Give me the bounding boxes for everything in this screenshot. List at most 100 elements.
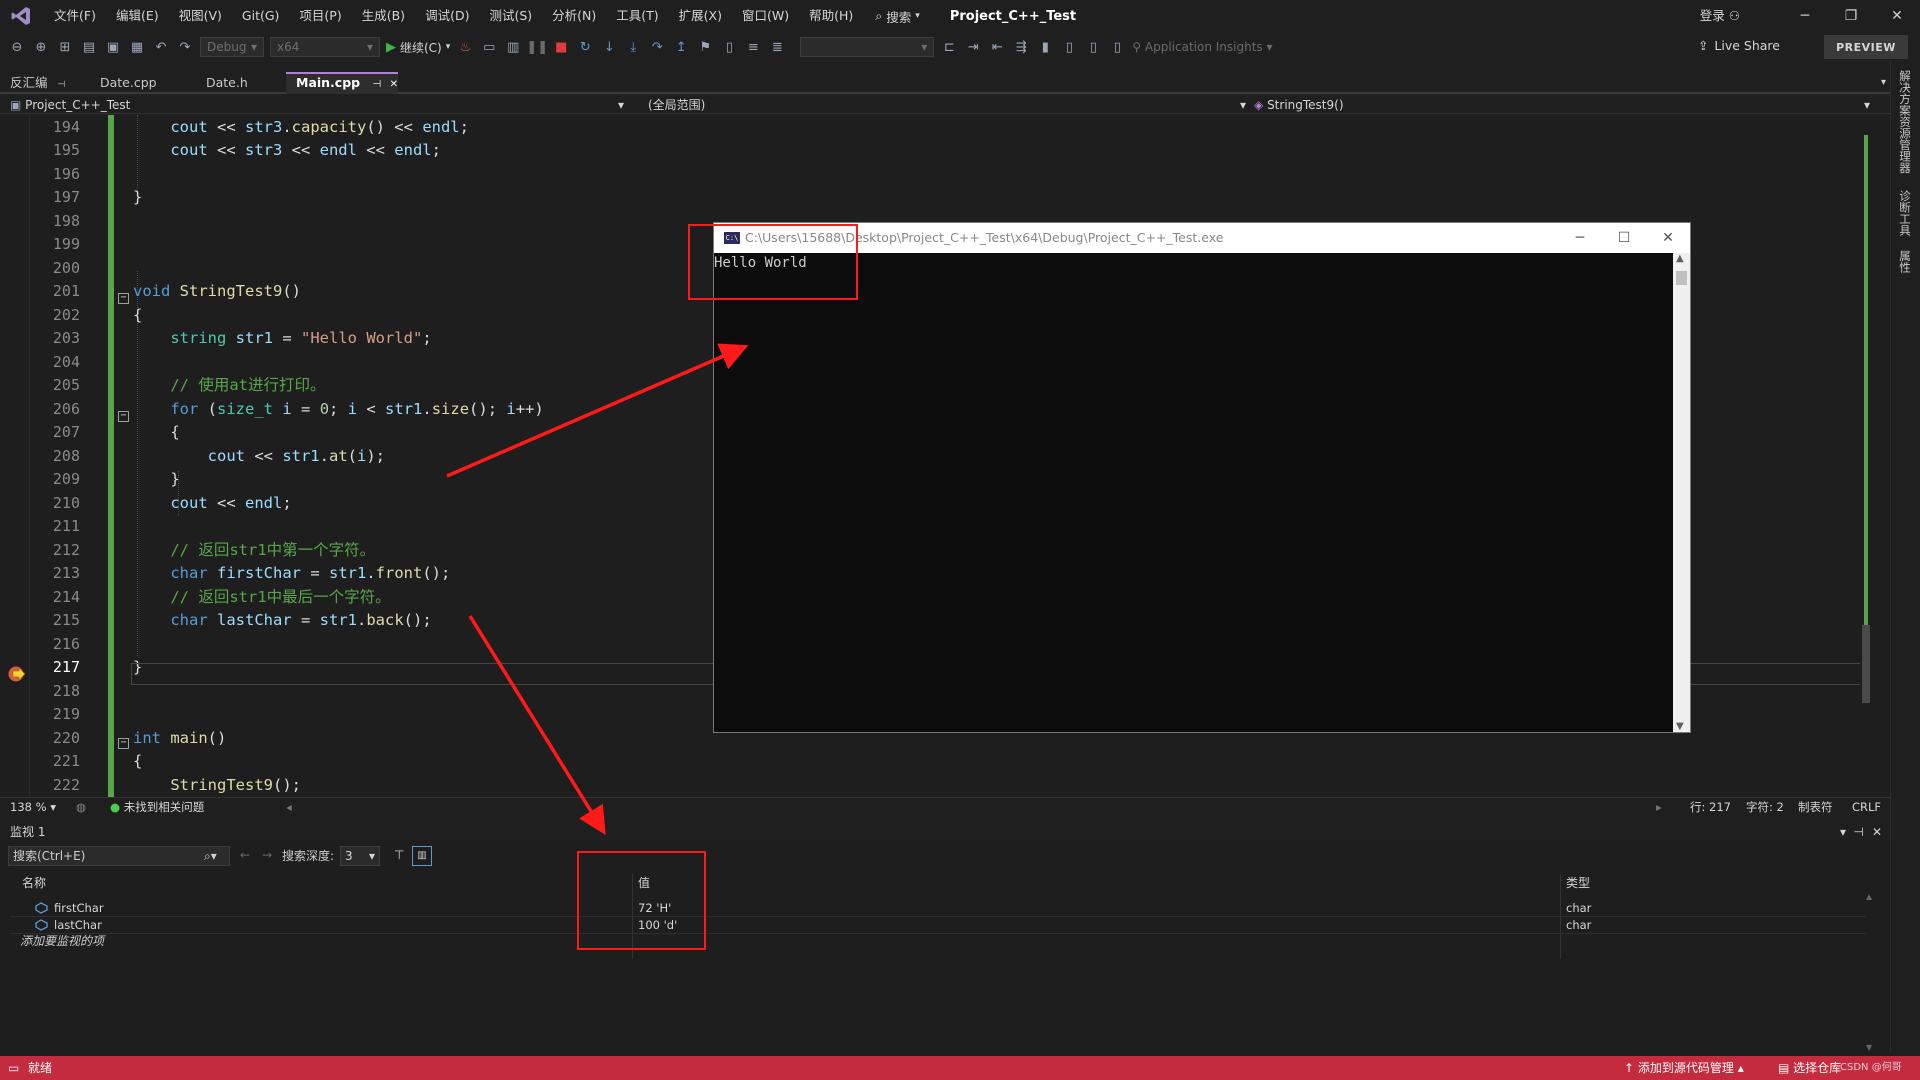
menu-git[interactable]: Git(G): [232, 0, 290, 32]
nav-forward-icon[interactable]: →: [262, 848, 272, 862]
pin-icon[interactable]: ⊣: [1854, 822, 1864, 842]
save-all-icon[interactable]: ▦: [128, 38, 146, 56]
code-line[interactable]: for (size_t i = 0; i < str1.size(); i++): [133, 398, 543, 422]
code-line[interactable]: cout << str3.capacity() << endl;: [133, 116, 469, 140]
continue-button[interactable]: ▶ 继续(C) ▾: [386, 39, 450, 56]
code-line[interactable]: cout << endl;: [133, 492, 291, 516]
new-project-icon[interactable]: ⊞: [56, 38, 74, 56]
tab-overflow-icon[interactable]: ▾: [1881, 72, 1886, 94]
open-folder-icon[interactable]: ▤: [80, 38, 98, 56]
zoom-level[interactable]: 138 % ▾: [10, 798, 56, 816]
uncomment-icon[interactable]: ≣: [768, 38, 786, 56]
tab-main-cpp[interactable]: Main.cpp ⊣ ✕: [286, 72, 398, 94]
breakpoint-tools-icon[interactable]: ⚑: [696, 38, 714, 56]
console-scroll-thumb[interactable]: [1676, 271, 1687, 285]
minimize-button[interactable]: ─: [1782, 0, 1828, 32]
menu-analyze[interactable]: 分析(N): [542, 0, 606, 32]
preview-button[interactable]: PREVIEW: [1824, 35, 1908, 59]
select-repo-button[interactable]: ▤ 选择仓库: [1778, 1056, 1841, 1080]
pause-icon[interactable]: ❚❚: [526, 38, 548, 56]
source-control-button[interactable]: ↑ 添加到源代码管理 ▴: [1624, 1056, 1744, 1080]
indent-icon[interactable]: ⇥: [964, 38, 982, 56]
watch-scrollbar[interactable]: ▲ ▼: [1866, 892, 1876, 1052]
menu-tools[interactable]: 工具(T): [606, 0, 668, 32]
login-link[interactable]: 登录 ⚇: [1700, 0, 1740, 32]
column-indicator[interactable]: 字符: 2: [1746, 798, 1784, 816]
code-line[interactable]: }: [133, 468, 179, 492]
tab-disassembly[interactable]: 反汇编 ⊣: [0, 72, 90, 94]
line-indicator[interactable]: 行: 217: [1690, 798, 1731, 816]
collapse-toggle[interactable]: −: [118, 293, 129, 304]
forward-icon[interactable]: ⊕: [32, 38, 50, 56]
code-line[interactable]: }: [133, 186, 142, 210]
breakpoint-margin[interactable]: [0, 115, 30, 797]
format-icon[interactable]: ⇶: [1012, 38, 1030, 56]
console-maximize-button[interactable]: ☐: [1602, 223, 1646, 253]
hex-display-icon[interactable]: ▥: [412, 846, 432, 866]
add-watch-item[interactable]: 添加要监视的项: [20, 932, 104, 949]
menu-extensions[interactable]: 扩展(X): [669, 0, 732, 32]
watch-search-input[interactable]: 搜索(Ctrl+E): [8, 846, 230, 866]
scroll-down-icon[interactable]: ▼: [1866, 1043, 1872, 1052]
undo-icon[interactable]: ↶: [152, 38, 170, 56]
code-line[interactable]: int main(): [133, 727, 226, 751]
diagnostic-tools-tab[interactable]: 诊断工具: [1897, 190, 1913, 236]
layout-icon[interactable]: ▥: [504, 38, 522, 56]
menu-edit[interactable]: 编辑(E): [106, 0, 169, 32]
application-insights-button[interactable]: ⚲ Application Insights ▾: [1132, 40, 1272, 54]
align-icon[interactable]: ⊏: [940, 38, 958, 56]
scroll-up-icon[interactable]: ▲: [1676, 253, 1684, 264]
function-dropdown[interactable]: ◈ StringTest9() ▾: [1254, 96, 1870, 114]
search-depth-select[interactable]: 3 ▾: [340, 846, 380, 866]
console-scrollbar[interactable]: ▲ ▼: [1673, 253, 1690, 732]
restore-button[interactable]: ❐: [1828, 0, 1874, 32]
back-icon[interactable]: ⊖: [8, 38, 26, 56]
console-title-bar[interactable]: C:\ C:\Users\15688\Desktop\Project_C++_T…: [714, 223, 1690, 253]
target-select[interactable]: ▾: [800, 37, 935, 57]
clear-bookmarks-icon[interactable]: ▯: [1108, 38, 1126, 56]
save-icon[interactable]: ▣: [104, 38, 122, 56]
code-line[interactable]: StringTest9();: [133, 774, 301, 798]
next-bookmark-icon[interactable]: ▯: [1084, 38, 1102, 56]
stop-icon[interactable]: ■: [552, 38, 570, 56]
configuration-select[interactable]: Debug ▾: [200, 37, 264, 57]
scope-dropdown[interactable]: (全局范围) ▾: [648, 96, 1246, 114]
close-icon[interactable]: ✕: [1872, 822, 1882, 842]
bookmark-icon[interactable]: ▮: [1036, 38, 1054, 56]
comment-icon[interactable]: ≡: [744, 38, 762, 56]
collapse-toggle[interactable]: −: [118, 411, 129, 422]
menu-build[interactable]: 生成(B): [352, 0, 415, 32]
menu-view[interactable]: 视图(V): [169, 0, 232, 32]
step-over-icon[interactable]: ↷: [648, 38, 666, 56]
step-out-icon[interactable]: ↥: [672, 38, 690, 56]
code-line[interactable]: void StringTest9(): [133, 280, 301, 304]
watch-row[interactable]: lastChar 100 'd' char: [10, 917, 1870, 934]
diagnostic-icon[interactable]: ▭: [480, 38, 498, 56]
issues-indicator[interactable]: ● 未找到相关问题: [110, 798, 204, 816]
solution-explorer-tab[interactable]: 解决方案资源管理器: [1897, 70, 1913, 174]
pin-icon[interactable]: ⊣: [372, 79, 381, 90]
collapse-toggle[interactable]: −: [118, 738, 129, 749]
hot-reload-icon[interactable]: ♨: [456, 38, 474, 56]
console-close-button[interactable]: ✕: [1646, 223, 1690, 253]
code-line[interactable]: // 返回str1中最后一个字符。: [133, 586, 390, 610]
properties-tab[interactable]: 属性: [1897, 250, 1913, 273]
code-line[interactable]: char firstChar = str1.front();: [133, 562, 450, 586]
code-line[interactable]: {: [133, 750, 142, 774]
code-line[interactable]: {: [133, 304, 142, 328]
close-button[interactable]: ✕: [1874, 0, 1920, 32]
restart-icon[interactable]: ↻: [576, 38, 594, 56]
project-dropdown[interactable]: ▣ Project_C++_Test ▾: [10, 96, 624, 114]
prev-bookmark-icon[interactable]: ▯: [1060, 38, 1078, 56]
scrollbar-thumb[interactable]: [1862, 625, 1870, 703]
watch-row[interactable]: firstChar 72 'H' char: [10, 900, 1870, 917]
menu-debug[interactable]: 调试(D): [415, 0, 479, 32]
search-menu[interactable]: ⌕ 搜索 ▾: [863, 7, 932, 26]
line-ending[interactable]: CRLF: [1852, 798, 1881, 816]
filter-icon[interactable]: ⊤: [394, 848, 404, 862]
scroll-down-icon[interactable]: ▼: [1676, 721, 1684, 732]
scroll-right-icon[interactable]: ▸: [1656, 798, 1662, 816]
code-line[interactable]: // 使用at进行打印。: [133, 374, 325, 398]
menu-window[interactable]: 窗口(W): [732, 0, 799, 32]
nav-back-icon[interactable]: ←: [240, 848, 250, 862]
